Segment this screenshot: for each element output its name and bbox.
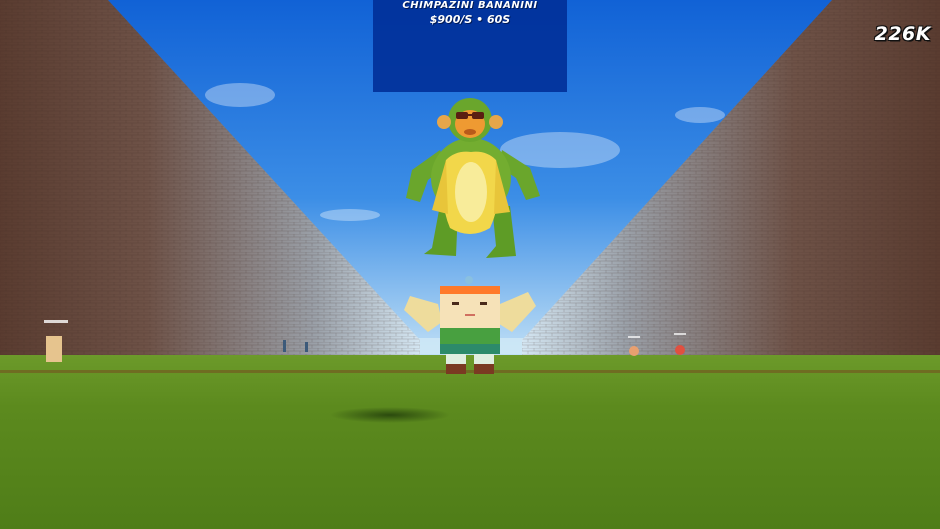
game-viewport: CHIMPAZINI BANANINI $900/S • 60S 226K	[0, 0, 940, 529]
brainrot-rate: $900/S • 60S	[429, 13, 511, 26]
brainrot-name: CHIMPAZINI BANANINI	[402, 0, 538, 11]
currency-counter: 226K	[874, 23, 931, 45]
player-shadow	[330, 407, 450, 423]
grass-ground	[0, 355, 940, 529]
brainrot-info-panel: CHIMPAZINI BANANINI $900/S • 60S	[373, 0, 567, 92]
